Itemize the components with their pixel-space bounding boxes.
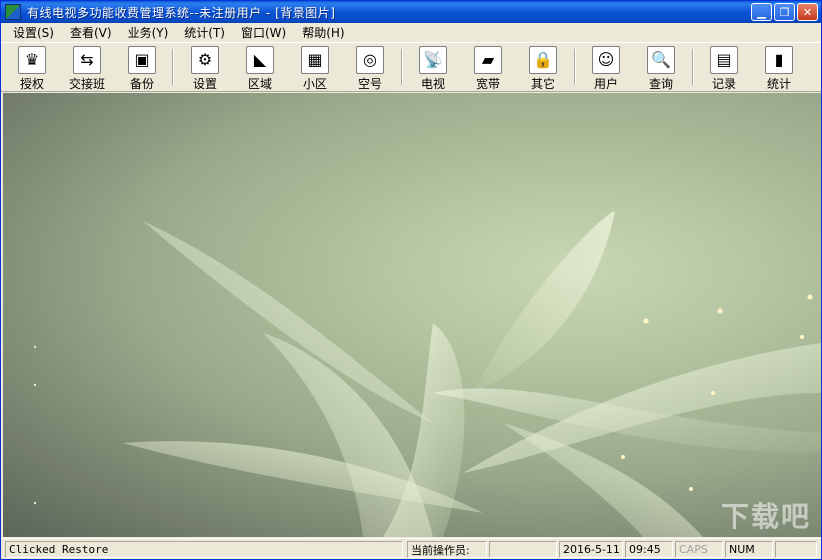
statistics-label: 统计 [766, 77, 791, 91]
query-label: 查询 [648, 77, 673, 91]
user-label: 用户 [593, 77, 618, 91]
district-button[interactable]: ▦ 小区 [292, 46, 338, 92]
app-icon[interactable] [5, 4, 21, 20]
other-label: 其它 [530, 77, 555, 91]
tv-label: 电视 [420, 77, 445, 91]
window-title: 有线电视多功能收费管理系统--未注册用户 - [背景图片] [27, 5, 336, 20]
app-window: 有线电视多功能收费管理系统--未注册用户 - [背景图片] ▁ ❐ ✕ 设置(S… [0, 0, 822, 560]
vacant-number-button[interactable]: ◎ 空号 [347, 46, 393, 92]
backup-label: 备份 [129, 77, 154, 91]
swap-icon: ⇆ [73, 46, 101, 74]
toolbar-separator [574, 49, 576, 85]
restore-button[interactable]: ❐ [774, 3, 795, 21]
status-time: 09:45 [625, 541, 673, 558]
other-button[interactable]: 🔒 其它 [520, 46, 566, 92]
crown-icon: ♛ [18, 46, 46, 74]
window-controls: ▁ ❐ ✕ [751, 3, 818, 21]
shift-handover-label: 交接班 [68, 77, 105, 91]
area-icon: ◣ [246, 46, 274, 74]
caps-indicator: CAPS [675, 541, 723, 558]
status-empty-cell [775, 541, 817, 558]
toolbar-separator [401, 49, 403, 85]
menu-settings[interactable]: 设置(S) [5, 24, 62, 41]
toolbar-separator [172, 49, 174, 85]
toolbar: ♛ 授权 ⇆ 交接班 ▣ 备份 ⚙ 设置 ◣ 区域 ▦ 小区 ◎ 空号 📡 电视… [1, 42, 821, 92]
vacant-number-label: 空号 [357, 77, 382, 91]
menu-help[interactable]: 帮助(H) [294, 24, 352, 41]
broadband-label: 宽带 [475, 77, 500, 91]
num-indicator: NUM [725, 541, 773, 558]
district-label: 小区 [302, 77, 327, 91]
abstract-flower-graphic [33, 211, 821, 537]
menu-statistics[interactable]: 统计(T) [176, 24, 233, 41]
target-icon: ◎ [356, 46, 384, 74]
menu-view[interactable]: 查看(V) [62, 24, 120, 41]
minimize-button[interactable]: ▁ [751, 3, 772, 21]
status-date: 2016-5-11 [559, 541, 623, 558]
gear-icon: ⚙ [191, 46, 219, 74]
title-bar[interactable]: 有线电视多功能收费管理系统--未注册用户 - [背景图片] ▁ ❐ ✕ [1, 1, 821, 23]
auth-label: 授权 [19, 77, 44, 91]
satellite-icon: 📡 [419, 46, 447, 74]
close-button[interactable]: ✕ [797, 3, 818, 21]
tv-button[interactable]: 📡 电视 [410, 46, 456, 92]
menu-bar: 设置(S) 查看(V) 业务(Y) 统计(T) 窗口(W) 帮助(H) [1, 23, 821, 42]
background-image-area: 下载吧 [3, 93, 821, 537]
bar-chart-icon: ▮ [765, 46, 793, 74]
record-button[interactable]: ▤ 记录 [701, 46, 747, 92]
backup-button[interactable]: ▣ 备份 [119, 46, 165, 92]
statistics-button[interactable]: ▮ 统计 [756, 46, 802, 92]
settings-button[interactable]: ⚙ 设置 [182, 46, 228, 92]
broadband-button[interactable]: ▰ 宽带 [465, 46, 511, 92]
toolbar-separator [692, 49, 694, 85]
magnifier-icon: 🔍 [647, 46, 675, 74]
settings-label: 设置 [192, 77, 217, 91]
operator-label: 当前操作员: [407, 541, 487, 558]
area-button[interactable]: ◣ 区域 [237, 46, 283, 92]
auth-button[interactable]: ♛ 授权 [9, 46, 55, 92]
operator-value [489, 541, 557, 558]
monitor-icon: ▰ [474, 46, 502, 74]
menu-business[interactable]: 业务(Y) [120, 24, 177, 41]
lock-icon: 🔒 [529, 46, 557, 74]
user-button[interactable]: ☺ 用户 [583, 46, 629, 92]
menu-window[interactable]: 窗口(W) [233, 24, 294, 41]
query-button[interactable]: 🔍 查询 [638, 46, 684, 92]
area-label: 区域 [247, 77, 272, 91]
status-bar: Clicked Restore 当前操作员: 2016-5-11 09:45 C… [1, 538, 821, 559]
floppy-icon: ▣ [128, 46, 156, 74]
shift-handover-button[interactable]: ⇆ 交接班 [64, 46, 110, 92]
district-icon: ▦ [301, 46, 329, 74]
status-message: Clicked Restore [5, 541, 403, 558]
watermark-logo: 下载吧 [720, 500, 811, 533]
notebook-icon: ▤ [710, 46, 738, 74]
record-label: 记录 [711, 77, 736, 91]
smiley-icon: ☺ [592, 46, 620, 74]
